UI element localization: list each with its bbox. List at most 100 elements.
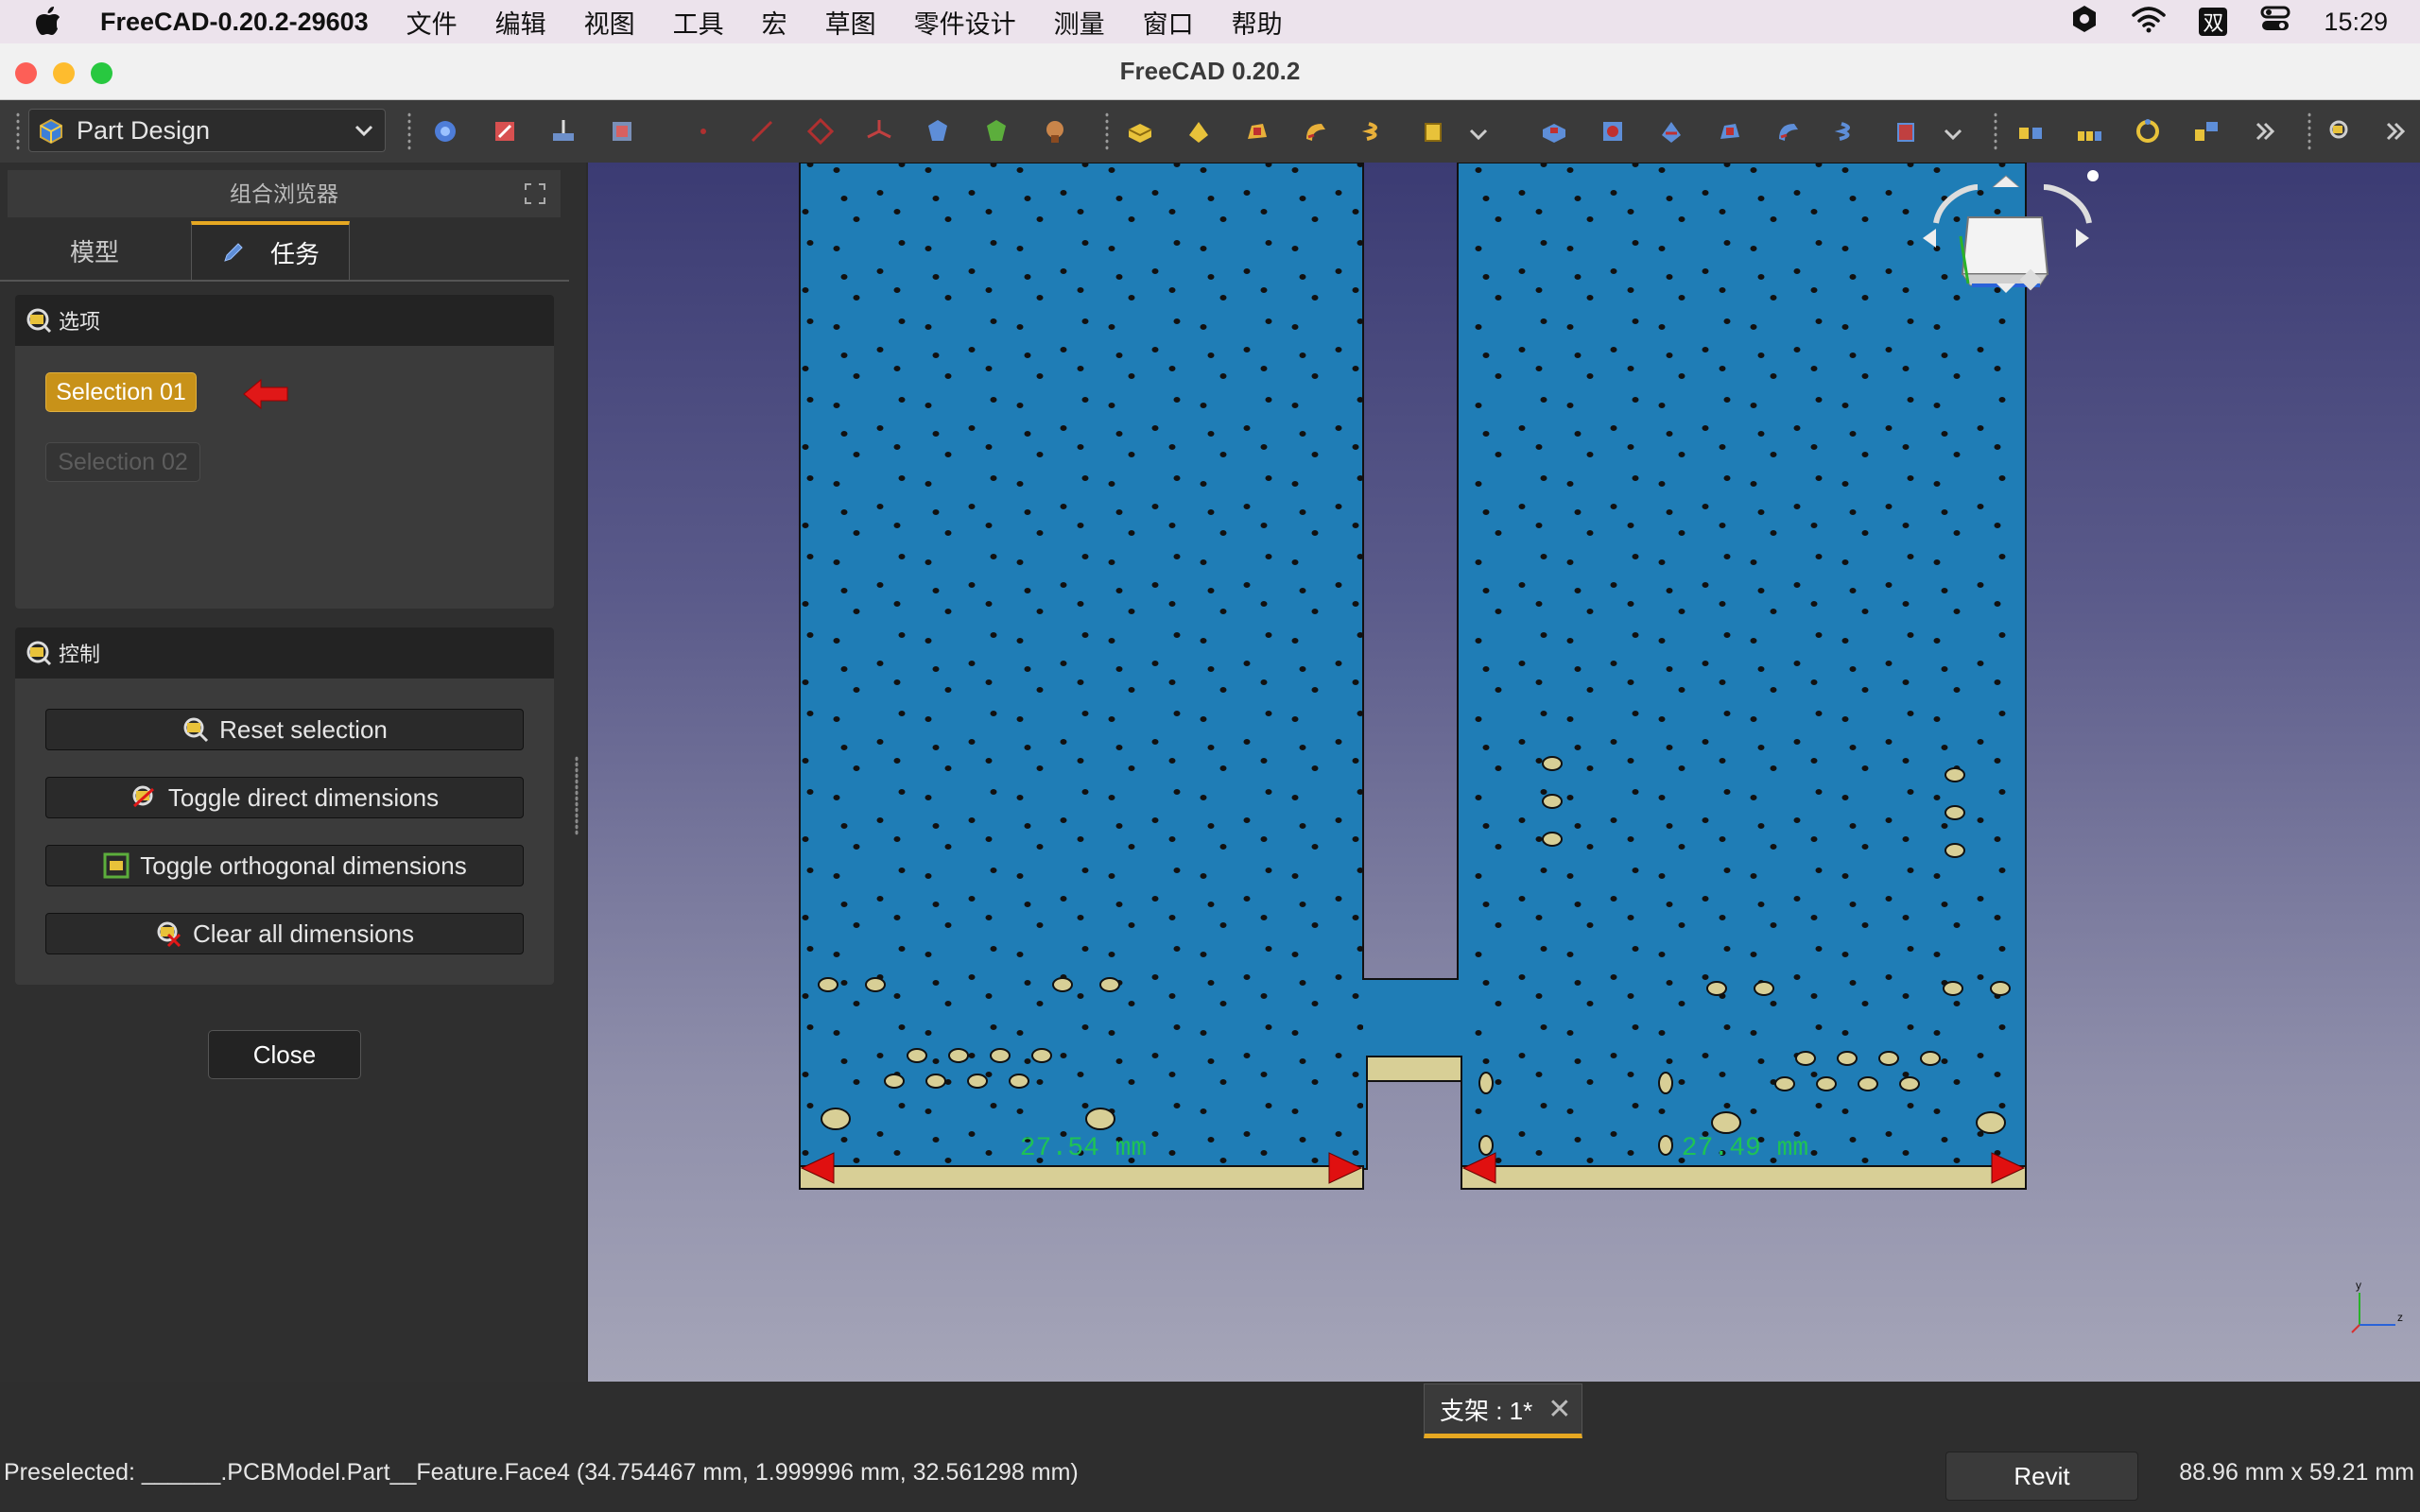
nav-rotate-cw-icon[interactable] (2043, 184, 2092, 224)
polar-pattern-icon[interactable] (2133, 116, 2163, 146)
nav-arrow-right-icon[interactable] (2076, 229, 2089, 248)
clear-dimensions-icon (157, 921, 181, 948)
navigation-style-button[interactable]: Revit (1945, 1452, 2138, 1501)
menu-sketch[interactable]: 草图 (825, 4, 876, 41)
shape-binder-icon[interactable] (923, 116, 953, 146)
toggle-direct-dimensions-button[interactable]: Toggle direct dimensions (45, 777, 524, 818)
toolbar-grip[interactable] (2307, 112, 2312, 151)
menu-part-design[interactable]: 零件设计 (914, 4, 1016, 41)
toggle-orthogonal-label: Toggle orthogonal dimensions (140, 850, 467, 880)
selection-01-button[interactable]: Selection 01 (45, 372, 197, 412)
macos-menubar: FreeCAD-0.20.2-29603 文件 编辑 视图 工具 宏 草图 零件… (0, 0, 2420, 43)
more-tools-icon[interactable] (2250, 116, 2280, 146)
dimension-left-label[interactable]: 27.54 mm (1020, 1134, 1147, 1163)
axis-cross: y z (2351, 1279, 2403, 1333)
menu-macro[interactable]: 宏 (762, 4, 787, 41)
tab-model-label: 模型 (69, 237, 119, 266)
toolbar-grip[interactable] (1993, 112, 1998, 151)
nav-cube-face[interactable] (1961, 216, 2049, 275)
undock-icon[interactable] (523, 181, 547, 206)
additive-primitive-icon[interactable] (1418, 116, 1448, 146)
revolution-icon[interactable] (1184, 116, 1214, 146)
bridge-pad[interactable] (1366, 1056, 1462, 1082)
toggle-orthogonal-dimensions-button[interactable]: Toggle orthogonal dimensions (45, 845, 524, 886)
toolbar-grip[interactable] (15, 112, 21, 151)
more-tools-icon[interactable] (2380, 116, 2411, 146)
input-method-icon[interactable]: 双 (2199, 8, 2228, 36)
edge-strip-right[interactable] (1461, 1165, 2027, 1190)
tab-tasks-label: 任务 (269, 239, 320, 268)
control-group: 控制 Reset selection Toggle direct dimensi… (15, 627, 554, 985)
datum-line-icon[interactable] (747, 116, 777, 146)
subtractive-primitive-icon[interactable] (1891, 116, 1921, 146)
hexagon-status-icon[interactable] (2070, 4, 2099, 41)
subtractive-loft-icon[interactable] (1715, 116, 1745, 146)
wifi-icon[interactable] (2131, 5, 2167, 40)
nav-menu-dot[interactable] (2087, 170, 2099, 181)
combo-view-panel: 组合浏览器 模型 任务 选项 Selection 01 Selection 02… (0, 163, 586, 1382)
selection-01-label: Selection 01 (56, 378, 186, 405)
app-menu[interactable]: FreeCAD-0.20.2-29603 (100, 8, 369, 37)
additive-helix-icon[interactable] (1359, 116, 1390, 146)
menu-tools[interactable]: 工具 (673, 4, 724, 41)
menu-window[interactable]: 窗口 (1143, 4, 1194, 41)
measure-icon (26, 641, 52, 666)
panel-splitter[interactable] (575, 756, 579, 835)
selection-02-button[interactable]: Selection 02 (45, 442, 200, 482)
clock[interactable]: 15:29 (2324, 8, 2388, 37)
subtractive-pipe-icon[interactable] (1773, 116, 1804, 146)
3d-viewport[interactable]: 27.54 mm 27.49 mm y z (588, 163, 2420, 1382)
document-tab[interactable]: 支架 : 1* ✕ (1424, 1383, 1582, 1438)
create-body-icon[interactable] (430, 116, 460, 146)
close-tab-icon[interactable]: ✕ (1547, 1393, 1571, 1426)
toolbar-grip[interactable] (1104, 112, 1110, 151)
menu-view[interactable]: 视图 (584, 4, 635, 41)
control-center-icon[interactable] (2259, 5, 2291, 40)
panel-tabs: 模型 任务 (0, 221, 569, 282)
toolbar-grip[interactable] (406, 112, 412, 151)
additive-loft-icon[interactable] (1242, 116, 1272, 146)
part-design-icon (40, 118, 62, 145)
mirrored-icon[interactable] (2015, 116, 2046, 146)
tab-model[interactable]: 模型 (0, 221, 189, 280)
menu-file[interactable]: 文件 (406, 4, 458, 41)
coordinate-system-icon[interactable] (864, 116, 894, 146)
tab-tasks[interactable]: 任务 (191, 221, 350, 280)
options-title: 选项 (59, 310, 101, 334)
subtractive-helix-icon[interactable] (1832, 116, 1862, 146)
datum-point-icon[interactable] (688, 116, 718, 146)
linear-pattern-icon[interactable] (2074, 116, 2104, 146)
measure-icon[interactable] (2325, 116, 2356, 146)
multi-transform-icon[interactable] (2191, 116, 2221, 146)
workbench-label: Part Design (77, 115, 211, 145)
axis-y-label: y (2356, 1279, 2361, 1292)
options-header[interactable]: 选项 (15, 295, 554, 346)
hole-icon[interactable] (1598, 116, 1628, 146)
apple-icon[interactable] (34, 5, 68, 39)
reset-selection-button[interactable]: Reset selection (45, 709, 524, 750)
edge-strip-left[interactable] (799, 1165, 1364, 1190)
validate-sketch-icon[interactable] (607, 116, 637, 146)
workbench-selector[interactable]: Part Design (28, 109, 386, 152)
status-preselection: Preselected: ______.PCBModel.Part__Featu… (4, 1459, 1079, 1486)
attach-sketch-icon[interactable] (548, 116, 579, 146)
control-header[interactable]: 控制 (15, 627, 554, 679)
pocket-icon[interactable] (1539, 116, 1569, 146)
menu-edit[interactable]: 编辑 (495, 4, 546, 41)
menu-measure[interactable]: 测量 (1054, 4, 1105, 41)
menu-help[interactable]: 帮助 (1232, 4, 1283, 41)
datum-plane-icon[interactable] (805, 116, 836, 146)
toggle-direct-label: Toggle direct dimensions (167, 782, 440, 812)
chevron-down-icon[interactable] (1942, 123, 1964, 146)
subshape-binder-icon[interactable] (981, 116, 1011, 146)
close-button[interactable]: Close (208, 1030, 361, 1079)
chevron-down-icon[interactable] (1467, 123, 1490, 146)
clear-all-dimensions-button[interactable]: Clear all dimensions (45, 913, 524, 954)
pad-icon[interactable] (1125, 116, 1155, 146)
clear-dimensions-label: Clear all dimensions (192, 919, 415, 948)
additive-pipe-icon[interactable] (1301, 116, 1331, 146)
groove-icon[interactable] (1656, 116, 1686, 146)
clone-icon[interactable] (1040, 116, 1070, 146)
create-sketch-icon[interactable] (490, 116, 520, 146)
dimension-right-label[interactable]: 27.49 mm (1682, 1134, 1808, 1163)
